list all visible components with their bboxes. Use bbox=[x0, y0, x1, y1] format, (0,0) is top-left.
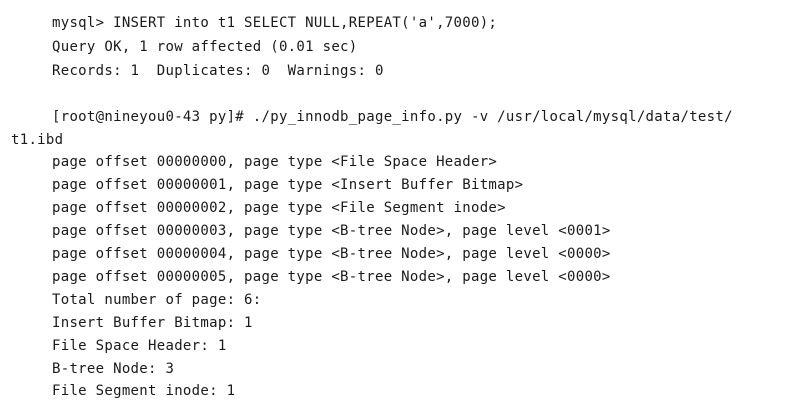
shell-command-wrapped-path: t1.ibd bbox=[11, 132, 64, 148]
summary-line: File Segment inode: 1 bbox=[52, 383, 236, 399]
summary-line: B-tree Node: 3 bbox=[52, 361, 175, 377]
terminal-output: mysql> INSERT into t1 SELECT NULL,REPEAT… bbox=[0, 0, 804, 405]
page-info-line: page offset 00000000, page type <File Sp… bbox=[52, 154, 498, 170]
summary-line: Insert Buffer Bitmap: 1 bbox=[52, 315, 253, 331]
shell-command-line: [root@nineyou0-43 py]# ./py_innodb_page_… bbox=[52, 109, 733, 125]
page-info-line: page offset 00000005, page type <B-tree … bbox=[52, 269, 611, 285]
summary-line: File Space Header: 1 bbox=[52, 338, 227, 354]
mysql-records-line: Records: 1 Duplicates: 0 Warnings: 0 bbox=[52, 63, 384, 79]
page-info-line: page offset 00000004, page type <B-tree … bbox=[52, 246, 611, 262]
page-info-line: page offset 00000002, page type <File Se… bbox=[52, 200, 506, 216]
page-info-line: page offset 00000001, page type <Insert … bbox=[52, 177, 524, 193]
mysql-result-line: Query OK, 1 row affected (0.01 sec) bbox=[52, 39, 358, 55]
mysql-command-line: mysql> INSERT into t1 SELECT NULL,REPEAT… bbox=[52, 15, 498, 31]
page-info-line: page offset 00000003, page type <B-tree … bbox=[52, 223, 611, 239]
summary-total-line: Total number of page: 6: bbox=[52, 292, 262, 308]
